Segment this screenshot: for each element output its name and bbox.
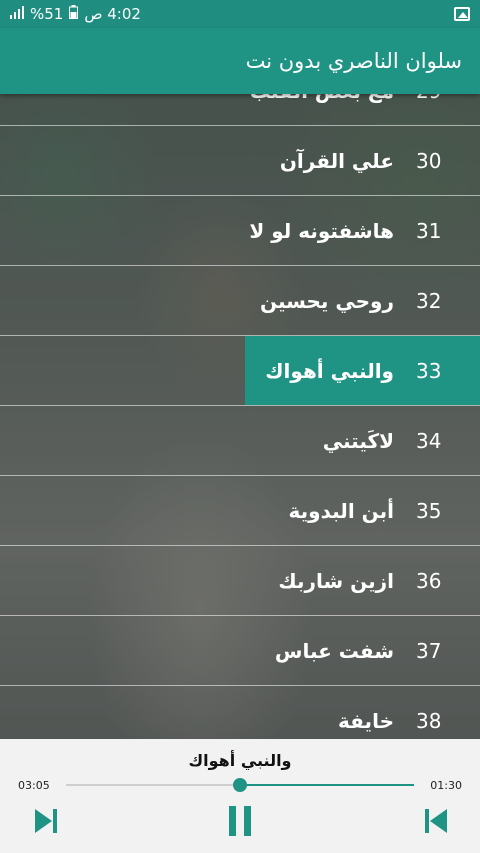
pause-icon [229, 806, 251, 836]
song-number: 33 [416, 358, 442, 383]
song-name: أبن البدوية [288, 498, 394, 523]
song-number: 35 [416, 498, 442, 523]
skip-previous-icon [425, 809, 447, 833]
song-item[interactable]: هاشفتونه لو لا 31 [0, 196, 480, 266]
player-panel: والنبي أهواك 03:05 01:30 [0, 739, 480, 853]
song-list[interactable]: مع بعض القلب 29 علي القرآن 30 هاشفتونه لو لا… [0, 94, 480, 739]
status-left: %51 4:02 ص [10, 5, 141, 23]
seek-knob[interactable] [233, 778, 247, 792]
skip-next-icon [35, 809, 57, 833]
seek-progress [240, 784, 414, 786]
battery-percent: %51 [30, 5, 64, 23]
song-number: 29 [416, 94, 468, 103]
song-item[interactable]: أبن البدوية 35 [0, 476, 480, 546]
song-name: روحي يحسين [260, 288, 394, 313]
song-name: علي القرآن [279, 148, 394, 173]
signal-icon [10, 5, 24, 23]
song-name: ازين شاربك [278, 568, 394, 593]
song-item[interactable]: علي القرآن 30 [0, 126, 480, 196]
song-name: هاشفتونه لو لا [249, 218, 394, 243]
time-right: 01:30 [430, 779, 462, 792]
song-number: 30 [416, 148, 442, 173]
song-number: 32 [416, 288, 442, 313]
song-number: 34 [416, 428, 442, 453]
app-title: سلوان الناصري بدون نت [245, 49, 462, 73]
song-name: لاكَيتني [322, 428, 394, 453]
song-item[interactable]: روحي يحسين 32 [0, 266, 480, 336]
battery-icon [69, 5, 79, 23]
song-name: والنبي أهواك [265, 358, 394, 383]
song-item[interactable]: مع بعض القلب 29 [0, 94, 480, 126]
song-name: مع بعض القلب [250, 94, 394, 103]
song-item[interactable]: لاكَيتني 34 [0, 406, 480, 476]
image-notification-icon [454, 7, 470, 21]
song-item[interactable]: خايفة 38 [0, 686, 480, 739]
next-button[interactable] [26, 801, 66, 841]
previous-button[interactable] [416, 801, 456, 841]
song-number: 36 [416, 568, 442, 593]
song-number: 38 [416, 708, 442, 733]
status-bar: %51 4:02 ص [0, 0, 480, 28]
clock: 4:02 ص [84, 5, 141, 23]
seek-bar[interactable] [66, 778, 414, 792]
song-name: شفت عباس [274, 638, 394, 663]
song-item[interactable]: ازين شاربك 36 [0, 546, 480, 616]
song-item[interactable]: شفت عباس 37 [0, 616, 480, 686]
song-item[interactable]: والنبي أهواك 33 [0, 336, 480, 406]
app-bar: سلوان الناصري بدون نت [0, 28, 480, 94]
pause-button[interactable] [220, 801, 260, 841]
now-playing-title: والنبي أهواك [188, 751, 292, 770]
song-number: 31 [416, 218, 442, 243]
song-rows: مع بعض القلب 29 علي القرآن 30 هاشفتونه لو لا… [0, 94, 480, 739]
song-name: خايفة [338, 708, 394, 733]
song-number: 37 [416, 638, 442, 663]
time-left: 03:05 [18, 779, 50, 792]
